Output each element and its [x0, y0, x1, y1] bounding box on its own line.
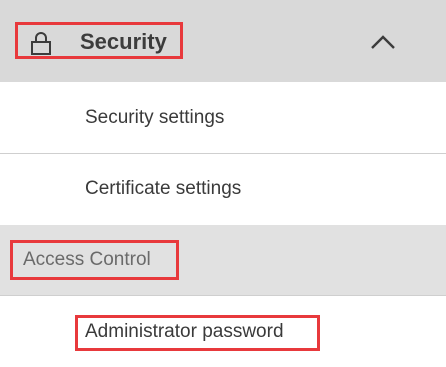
menu-item-security-settings[interactable]: Security settings — [0, 82, 446, 154]
access-control-label: Access Control — [23, 249, 151, 270]
lock-icon — [31, 32, 51, 55]
menu-item-label: Certificate settings — [85, 178, 242, 199]
menu-item-label: Security settings — [85, 107, 225, 128]
security-section-title: Security — [80, 29, 167, 54]
menu-item-label: Administrator password — [85, 321, 284, 342]
menu-item-certificate-settings[interactable]: Certificate settings — [0, 154, 446, 225]
access-control-group[interactable]: Access Control — [0, 225, 446, 296]
menu-item-administrator-password[interactable]: Administrator password — [0, 296, 446, 367]
security-section-header[interactable]: Security — [0, 0, 446, 82]
security-menu-panel: Security Security settings Certificate s… — [0, 0, 446, 367]
chevron-up-icon[interactable] — [368, 28, 398, 54]
